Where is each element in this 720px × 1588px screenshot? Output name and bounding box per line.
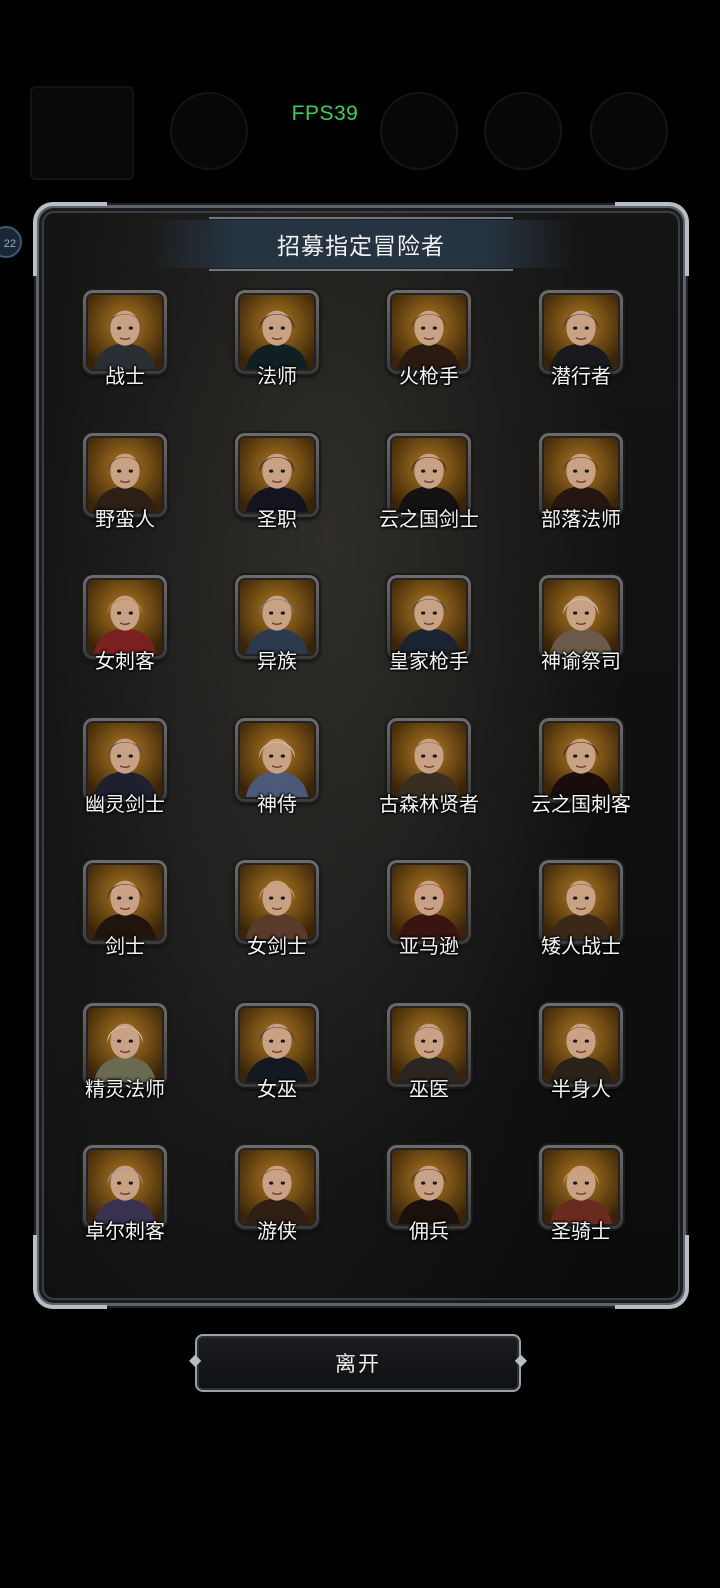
class-option[interactable]: 皇家枪手 — [353, 575, 505, 718]
class-option[interactable]: 云之国刺客 — [505, 717, 657, 861]
class-option[interactable]: 矮人战士 — [505, 860, 657, 1003]
class-option[interactable]: 卓尔刺客 — [49, 1145, 201, 1288]
class-name-label: 云之国刺客 — [531, 793, 631, 816]
class-name-label: 卓尔刺客 — [85, 1221, 165, 1243]
class-option[interactable]: 战士 — [49, 290, 201, 433]
frame-corner-ornament — [615, 202, 689, 276]
class-option[interactable]: 野蛮人 — [49, 432, 201, 576]
class-name-label: 巫医 — [409, 1078, 449, 1101]
class-name-label: 战士 — [105, 366, 145, 388]
class-name-label: 异族 — [257, 651, 297, 673]
class-name-label: 游侠 — [257, 1221, 297, 1243]
class-grid: 战士 法师 火枪手 潜行者野蛮人 圣职 云之国剑士 部落法师女刺客 异族 皇家枪手 神谕祭司幽灵剑… — [49, 290, 657, 1288]
class-name-label: 剑士 — [105, 936, 145, 958]
class-option[interactable]: 古森林贤者 — [353, 717, 505, 861]
fps-counter: FPS39 — [291, 102, 359, 125]
class-name-label: 圣职 — [257, 508, 297, 531]
class-option[interactable]: 精灵法师 — [49, 1002, 201, 1146]
class-option[interactable]: 女巫 — [201, 1002, 353, 1146]
leave-button-label: 离开 — [335, 1353, 381, 1376]
class-name-label: 精灵法师 — [85, 1078, 165, 1101]
class-option[interactable]: 异族 — [201, 575, 353, 718]
class-name-label: 佣兵 — [409, 1221, 449, 1243]
dialog-title-bar: 招募指定冒险者 — [149, 217, 573, 271]
class-option[interactable]: 亚马逊 — [353, 860, 505, 1003]
class-option[interactable]: 云之国剑士 — [353, 432, 505, 576]
class-name-label: 矮人战士 — [541, 936, 621, 958]
class-option[interactable]: 剑士 — [49, 860, 201, 1003]
class-name-label: 皇家枪手 — [389, 651, 469, 673]
class-name-label: 法师 — [257, 366, 297, 388]
class-name-label: 圣骑士 — [551, 1221, 611, 1243]
dialog-title: 招募指定冒险者 — [277, 233, 445, 259]
class-name-label: 潜行者 — [551, 366, 611, 388]
class-option[interactable]: 火枪手 — [353, 290, 505, 433]
recruit-dialog: 招募指定冒险者 战士 法师 火枪手 潜行者野蛮人 圣职 云之国剑士 部落法师女刺客 异族 皇家枪… — [33, 202, 689, 1309]
class-option[interactable]: 潜行者 — [505, 290, 657, 433]
class-option[interactable]: 法师 — [201, 290, 353, 433]
background-panel — [30, 86, 134, 180]
class-option[interactable]: 半身人 — [505, 1002, 657, 1146]
class-name-label: 幽灵剑士 — [85, 793, 165, 816]
class-name-label: 神谕祭司 — [541, 651, 621, 673]
class-option[interactable]: 女剑士 — [201, 860, 353, 1003]
class-option[interactable]: 部落法师 — [505, 432, 657, 576]
side-badge[interactable]: 22 — [0, 226, 22, 258]
class-option[interactable]: 圣职 — [201, 432, 353, 576]
class-name-label: 女刺客 — [95, 651, 155, 673]
class-option[interactable]: 圣骑士 — [505, 1145, 657, 1288]
class-option[interactable]: 游侠 — [201, 1145, 353, 1288]
leave-button[interactable]: 离开 — [189, 1334, 527, 1392]
class-name-label: 部落法师 — [541, 508, 621, 531]
class-option[interactable]: 女刺客 — [49, 575, 201, 718]
class-name-label: 半身人 — [551, 1078, 611, 1101]
class-name-label: 火枪手 — [399, 366, 459, 388]
class-name-label: 女剑士 — [247, 936, 307, 958]
class-option[interactable]: 幽灵剑士 — [49, 717, 201, 861]
class-name-label: 女巫 — [257, 1078, 297, 1101]
class-option[interactable]: 巫医 — [353, 1002, 505, 1146]
class-option[interactable]: 神谕祭司 — [505, 575, 657, 718]
class-name-label: 亚马逊 — [399, 936, 459, 958]
class-name-label: 神侍 — [257, 793, 297, 816]
class-option[interactable]: 神侍 — [201, 717, 353, 861]
class-name-label: 云之国剑士 — [379, 508, 479, 531]
class-name-label: 野蛮人 — [95, 508, 155, 531]
class-option[interactable]: 佣兵 — [353, 1145, 505, 1288]
class-name-label: 古森林贤者 — [379, 793, 479, 816]
frame-corner-ornament — [33, 202, 107, 276]
